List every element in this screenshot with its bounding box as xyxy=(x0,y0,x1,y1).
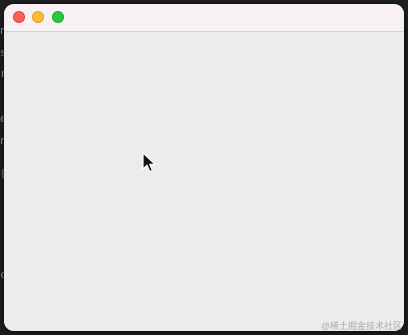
minimize-window-button[interactable] xyxy=(32,11,44,23)
watermark-text: @稀土掘金技术社区 xyxy=(320,321,402,331)
window-content-area[interactable] xyxy=(4,32,404,331)
window-titlebar[interactable] xyxy=(4,4,404,32)
arrow-pointer-icon xyxy=(142,152,156,173)
zoom-window-button[interactable] xyxy=(52,11,64,23)
app-window xyxy=(4,4,404,331)
close-window-button[interactable] xyxy=(13,11,25,23)
